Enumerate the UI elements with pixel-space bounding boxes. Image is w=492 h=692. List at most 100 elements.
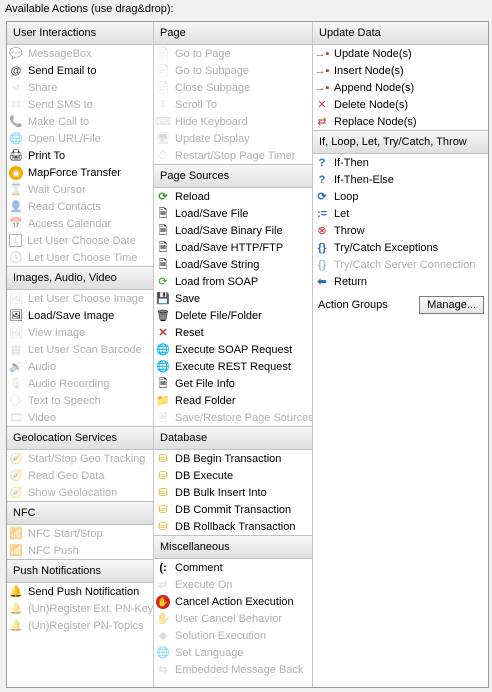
try-catch-icon: {}: [317, 241, 327, 254]
action-make-call[interactable]: 📞 Make Call to: [7, 113, 153, 130]
action-try-catch[interactable]: {} Try/Catch Exceptions: [313, 239, 488, 256]
action-mapforce-transfer[interactable]: ◉ MapForce Transfer: [7, 164, 153, 181]
action-load-save-file[interactable]: 🗎 Load/Save File: [154, 205, 312, 222]
action-read-contacts[interactable]: 👤 Read Contacts: [7, 198, 153, 215]
section-header-flow-control: If, Loop, Let, Try/Catch, Throw: [313, 130, 488, 154]
action-load-from-soap[interactable]: ⟳ Load from SOAP: [154, 273, 312, 290]
action-db-bulk-insert[interactable]: ⛁ DB Bulk Insert Into: [154, 484, 312, 501]
action-audio[interactable]: 🔊 Audio: [7, 358, 153, 375]
action-label: DB Execute: [175, 469, 234, 482]
action-label: Start/Stop Geo Tracking: [28, 452, 146, 465]
action-db-commit[interactable]: ⛁ DB Commit Transaction: [154, 501, 312, 518]
action-append-nodes[interactable]: →▪ Append Node(s): [313, 79, 488, 96]
action-go-to-subpage[interactable]: 📄 Go to Subpage: [154, 62, 312, 79]
action-reload[interactable]: ⟳ Reload: [154, 188, 312, 205]
action-geo-tracking[interactable]: 🧭 Start/Stop Geo Tracking: [7, 450, 153, 467]
action-choose-image[interactable]: 🖼 Let User Choose Image: [7, 290, 153, 307]
action-messagebox[interactable]: 💬 MessageBox: [7, 45, 153, 62]
action-delete-file[interactable]: 🗑 Delete File/Folder: [154, 307, 312, 324]
action-user-cancel[interactable]: ✋ User Cancel Behavior: [154, 610, 312, 627]
envelope-icon: ✉: [11, 98, 21, 111]
action-share[interactable]: ⋖ Share: [7, 79, 153, 96]
action-video[interactable]: 🎞 Video: [7, 409, 153, 426]
action-show-geolocation[interactable]: 🧭 Show Geolocation: [7, 484, 153, 501]
hourglass-icon: ⌛: [9, 183, 23, 196]
action-db-begin[interactable]: ⛁ DB Begin Transaction: [154, 450, 312, 467]
action-restart-page-timer[interactable]: ⏱ Restart/Stop Page Timer: [154, 147, 312, 164]
action-let[interactable]: := Let: [313, 205, 488, 222]
string-icon: 🗎: [158, 258, 168, 271]
action-read-folder[interactable]: 📁 Read Folder: [154, 392, 312, 409]
manage-button[interactable]: Manage...: [419, 296, 484, 314]
action-reset[interactable]: ✕ Reset: [154, 324, 312, 341]
action-go-to-page[interactable]: 📄 Go to Page: [154, 45, 312, 62]
action-open-url[interactable]: 🌐 Open URL/File: [7, 130, 153, 147]
mapforce-icon: ◉: [9, 165, 23, 180]
action-label: Let User Choose Time: [28, 251, 138, 264]
action-update-display[interactable]: 🖥 Update Display: [154, 130, 312, 147]
action-get-file-info[interactable]: 🗎 Get File Info: [154, 375, 312, 392]
nfc-icon: 📶: [9, 527, 23, 540]
action-scroll-to[interactable]: ⇩ Scroll To: [154, 96, 312, 113]
action-label: Load from SOAP: [175, 275, 259, 288]
action-if-then[interactable]: ? If-Then: [313, 154, 488, 171]
action-try-catch-server[interactable]: {} Try/Catch Server Connection: [313, 256, 488, 273]
action-set-language[interactable]: 🌐 Set Language: [154, 644, 312, 661]
action-scan-barcode[interactable]: ▦ Let User Scan Barcode: [7, 341, 153, 358]
question-icon: ?: [318, 156, 326, 169]
action-replace-nodes[interactable]: ⇄ Replace Node(s): [313, 113, 488, 130]
action-read-geo-data[interactable]: 🧭 Read Geo Data: [7, 467, 153, 484]
action-register-pn-key[interactable]: 🔔 (Un)Register Ext. PN-Key: [7, 600, 153, 617]
action-choose-time[interactable]: 🕓 Let User Choose Time: [7, 249, 153, 266]
action-cancel-execution[interactable]: ✋ Cancel Action Execution: [154, 593, 312, 610]
action-save[interactable]: 💾 Save: [154, 290, 312, 307]
action-label: Set Language: [175, 646, 244, 659]
action-db-execute[interactable]: ⛁ DB Execute: [154, 467, 312, 484]
delete-file-icon: 🗑: [156, 309, 170, 322]
action-load-save-binary[interactable]: 🗎 Load/Save Binary File: [154, 222, 312, 239]
action-load-save-http[interactable]: 🗎 Load/Save HTTP/FTP: [154, 239, 312, 256]
action-send-push[interactable]: 🔔 Send Push Notification: [7, 583, 153, 600]
action-label: If-Then-Else: [334, 173, 394, 186]
action-if-then-else[interactable]: ? If-Then-Else: [313, 171, 488, 188]
action-embedded-message-back[interactable]: ⇆ Embedded Message Back: [154, 661, 312, 678]
action-update-nodes[interactable]: →▪ Update Node(s): [313, 45, 488, 62]
action-groups-label: Action Groups: [318, 299, 388, 311]
column-right: Update Data →▪ Update Node(s) →▪ Insert No…: [313, 22, 488, 687]
section-header-push-notifications: Push Notifications: [7, 559, 153, 583]
action-text-to-speech[interactable]: 🗣 Text to Speech: [7, 392, 153, 409]
action-send-email[interactable]: @ Send Email to: [7, 62, 153, 79]
action-load-save-image[interactable]: 🖼 Load/Save Image: [7, 307, 153, 324]
action-nfc-push[interactable]: 📶 NFC Push: [7, 542, 153, 559]
action-choose-date[interactable]: 1 Let User Choose Date: [7, 232, 153, 249]
action-close-subpage[interactable]: 📄 Close Subpage: [154, 79, 312, 96]
action-wait-cursor[interactable]: ⌛ Wait Cursor: [7, 181, 153, 198]
action-loop[interactable]: ⟳ Loop: [313, 188, 488, 205]
action-label: Load/Save String: [175, 258, 260, 271]
action-throw[interactable]: ⊗ Throw: [313, 222, 488, 239]
action-view-image[interactable]: 🖼 View Image: [7, 324, 153, 341]
action-nfc-start-stop[interactable]: 📶 NFC Start/Stop: [7, 525, 153, 542]
column-left: User Interactions 💬 MessageBox @ Send Emai…: [7, 22, 153, 687]
action-execute-soap[interactable]: 🌐 Execute SOAP Request: [154, 341, 312, 358]
action-save-restore-sources[interactable]: 🗎 Save/Restore Page Sources: [154, 409, 312, 426]
geo-icon: 🧭: [9, 486, 23, 499]
action-audio-recording[interactable]: 🎙 Audio Recording: [7, 375, 153, 392]
action-delete-nodes[interactable]: ✕ Delete Node(s): [313, 96, 488, 113]
action-db-rollback[interactable]: ⛁ DB Rollback Transaction: [154, 518, 312, 535]
action-label: Insert Node(s): [334, 64, 404, 77]
action-execute-on[interactable]: ⇄ Execute On: [154, 576, 312, 593]
action-hide-keyboard[interactable]: ⌨ Hide Keyboard: [154, 113, 312, 130]
action-access-calendar[interactable]: 📅 Access Calendar: [7, 215, 153, 232]
video-icon: 🎞: [9, 411, 23, 424]
action-register-pn-topics[interactable]: 🔔 (Un)Register PN-Topics: [7, 617, 153, 634]
action-solution-execution[interactable]: ◆ Solution Execution: [154, 627, 312, 644]
action-comment[interactable]: (: Comment: [154, 559, 312, 576]
action-load-save-string[interactable]: 🗎 Load/Save String: [154, 256, 312, 273]
action-send-sms[interactable]: ✉ Send SMS to: [7, 96, 153, 113]
action-insert-nodes[interactable]: →▪ Insert Node(s): [313, 62, 488, 79]
action-return[interactable]: ⬅ Return: [313, 273, 488, 290]
action-execute-rest[interactable]: 🌐 Execute REST Request: [154, 358, 312, 375]
action-print-to[interactable]: 🖨 Print To: [7, 147, 153, 164]
action-label: DB Rollback Transaction: [175, 520, 296, 533]
